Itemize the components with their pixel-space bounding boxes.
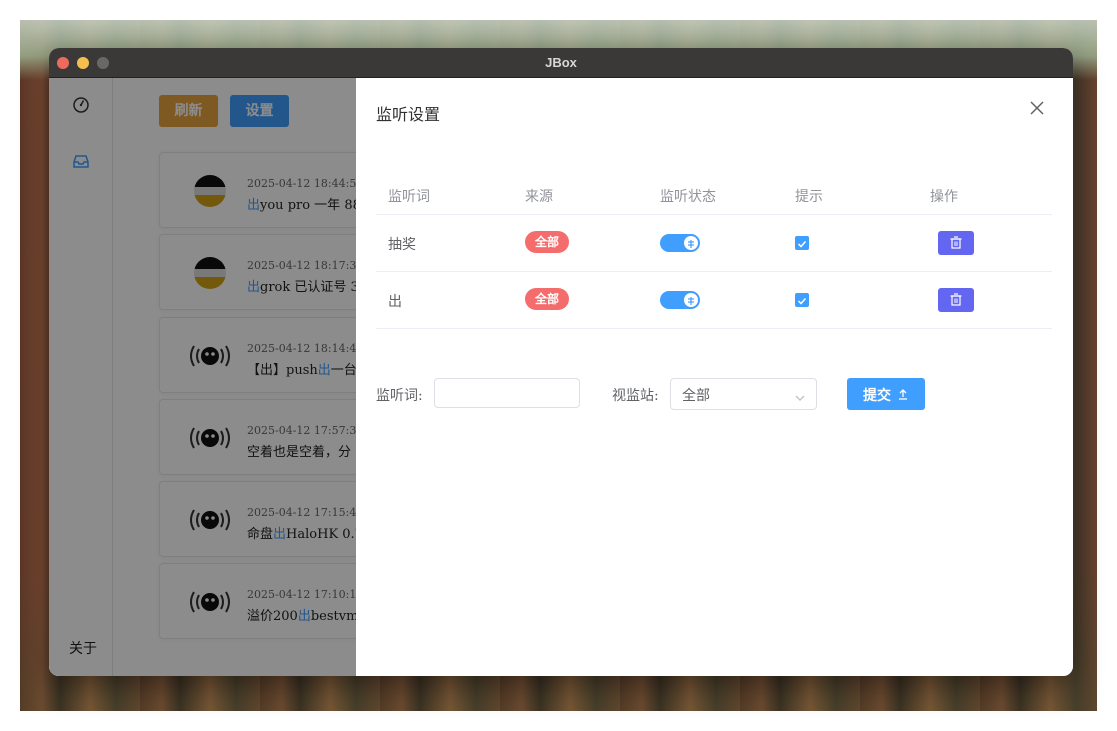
site-label: 视监站: — [612, 388, 659, 404]
site-select-value: 全部 — [682, 388, 710, 404]
column-header: 来源 — [525, 189, 553, 205]
source-tag: 全部 — [525, 288, 569, 310]
keyword-cell: 出 — [388, 294, 402, 310]
submit-label: 提交 — [863, 388, 891, 404]
notify-checkbox[interactable] — [795, 236, 809, 250]
table-header: 监听词 来源 监听状态 提示 操作 — [376, 178, 1052, 215]
title-bar[interactable]: JBox — [49, 48, 1073, 78]
keyword-table: 监听词 来源 监听状态 提示 操作 抽奖 全部出全部 — [376, 178, 1052, 329]
monitor-status-switch[interactable] — [660, 234, 700, 252]
switch-knob — [684, 293, 698, 307]
settings-drawer: 监听设置 监听词 来源 监听状态 提示 操作 抽奖 全部出全部 监听词: 视监站:… — [356, 78, 1073, 676]
site-select[interactable]: 全部 — [670, 378, 817, 410]
submit-button[interactable]: 提交 — [847, 378, 925, 410]
close-icon[interactable] — [1029, 100, 1045, 116]
window-title: JBox — [545, 55, 577, 70]
source-tag: 全部 — [525, 231, 569, 253]
drawer-title: 监听设置 — [376, 105, 441, 124]
column-header: 操作 — [930, 189, 958, 205]
app-window: JBox 关于 刷新 设置 2025-04-12 18:44:54 出you p… — [49, 48, 1073, 676]
table-row: 出 全部 — [376, 272, 1052, 329]
notify-checkbox[interactable] — [795, 293, 809, 307]
table-row: 抽奖 全部 — [376, 215, 1052, 272]
monitor-status-switch[interactable] — [660, 291, 700, 309]
chevron-down-icon — [794, 389, 806, 401]
switch-knob — [684, 236, 698, 250]
keyword-cell: 抽奖 — [388, 237, 416, 253]
column-header: 监听状态 — [660, 189, 716, 205]
column-header: 提示 — [795, 189, 823, 205]
column-header: 监听词 — [388, 189, 430, 205]
keyword-label: 监听词: — [376, 388, 423, 404]
keyword-input[interactable] — [434, 378, 580, 408]
upload-icon — [897, 388, 909, 400]
delete-button[interactable] — [938, 288, 974, 312]
delete-button[interactable] — [938, 231, 974, 255]
